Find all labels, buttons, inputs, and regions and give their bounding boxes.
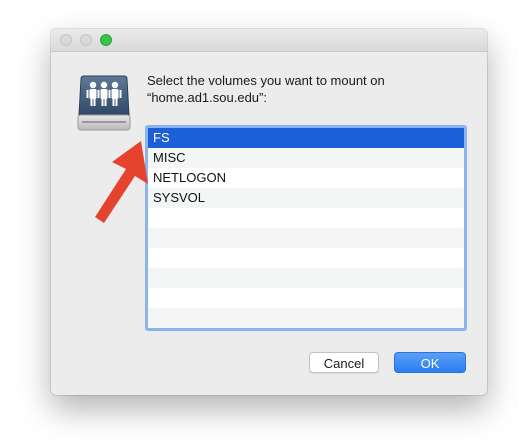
red-arrow-icon	[95, 141, 148, 223]
title-bar[interactable]	[51, 29, 487, 52]
empty-row	[148, 288, 464, 308]
volume-row-fs[interactable]: FS	[148, 128, 464, 148]
shared-server-drive-icon	[77, 75, 131, 131]
prompt-line-1: Select the volumes you want to mount on	[147, 73, 385, 88]
volume-row-sysvol[interactable]: SYSVOL	[148, 188, 464, 208]
volume-list[interactable]: FS MISC NETLOGON SYSVOL	[145, 125, 467, 331]
close-window-button[interactable]	[60, 34, 72, 46]
volume-row-netlogon[interactable]: NETLOGON	[148, 168, 464, 188]
zoom-window-button[interactable]	[100, 34, 112, 46]
stage: Select the volumes you want to mount on …	[0, 0, 519, 445]
prompt-line-2: “home.ad1.sou.edu”:	[147, 90, 267, 105]
empty-row	[148, 228, 464, 248]
minimize-window-button[interactable]	[80, 34, 92, 46]
ok-button[interactable]: OK	[394, 352, 466, 373]
volume-row-misc[interactable]: MISC	[148, 148, 464, 168]
empty-row	[148, 248, 464, 268]
empty-row	[148, 208, 464, 228]
cancel-button[interactable]: Cancel	[309, 352, 379, 373]
mount-prompt: Select the volumes you want to mount on …	[147, 72, 447, 106]
empty-row	[148, 268, 464, 288]
empty-row	[148, 308, 464, 328]
